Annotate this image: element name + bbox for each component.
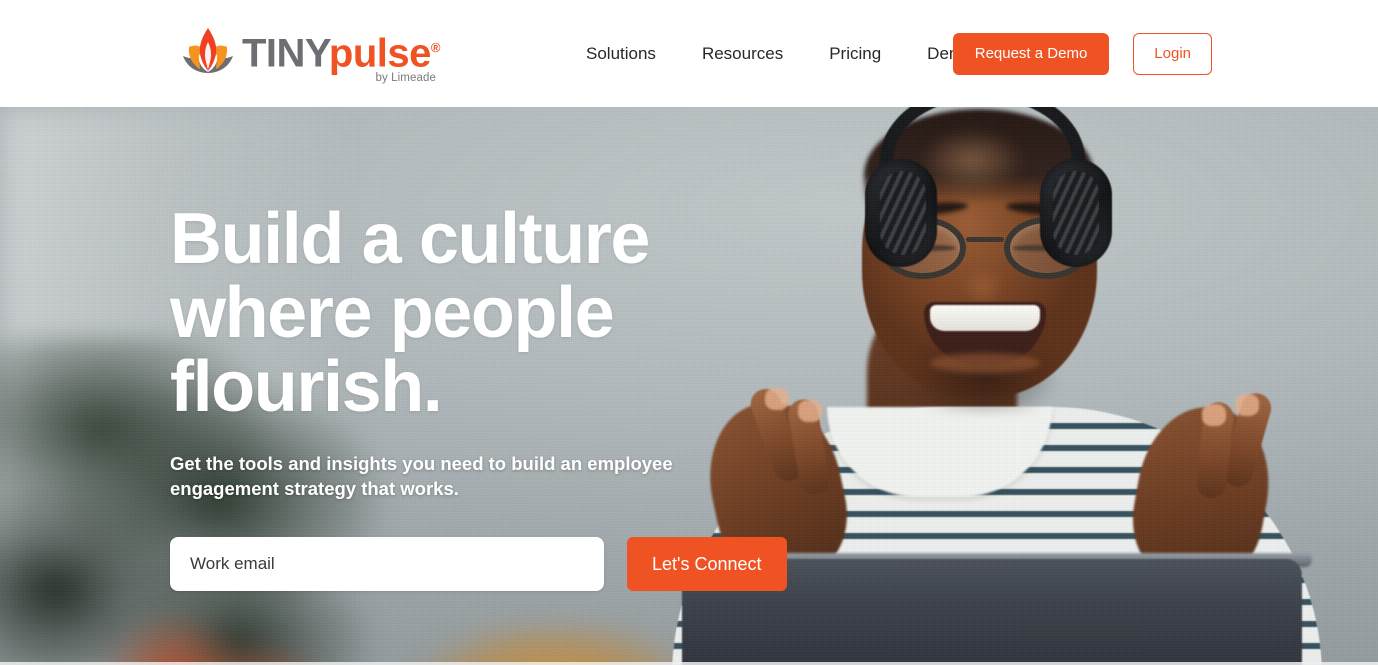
person-teeth xyxy=(930,305,1040,331)
fingernail-4 xyxy=(1202,404,1226,426)
page-root: TINYpulse® by Limeade Solutions Resource… xyxy=(0,0,1378,665)
work-email-input[interactable] xyxy=(170,537,604,591)
glasses-bridge xyxy=(966,237,1004,242)
login-button[interactable]: Login xyxy=(1133,32,1212,75)
headphone-pad-left xyxy=(880,171,926,255)
fingernail-3 xyxy=(1235,394,1259,416)
photo-plant-flowers xyxy=(95,612,325,665)
nav-item-solutions[interactable]: Solutions xyxy=(586,44,656,64)
lower-lip xyxy=(930,353,1040,373)
brand-name: TINYpulse® xyxy=(242,28,440,73)
hero-headline: Build a culture where people flourish. xyxy=(170,199,650,427)
request-demo-button[interactable]: Request a Demo xyxy=(952,32,1110,75)
hero-section: Build a culture where people flourish. G… xyxy=(0,107,1378,665)
headphone-pad-right xyxy=(1053,171,1099,255)
brand-name-tiny: TINY xyxy=(242,31,329,76)
nav-item-resources[interactable]: Resources xyxy=(702,44,783,64)
site-header: TINYpulse® by Limeade Solutions Resource… xyxy=(0,0,1378,107)
hero-signup-form: Let's Connect xyxy=(170,537,810,591)
header-inner: TINYpulse® by Limeade Solutions Resource… xyxy=(0,0,1378,107)
brand-name-pulse: pulse xyxy=(328,31,431,76)
nav-item-pricing[interactable]: Pricing xyxy=(829,44,881,64)
lets-connect-button[interactable]: Let's Connect xyxy=(627,537,787,591)
header-actions: Request a Demo Login xyxy=(952,0,1212,107)
hero-content: Build a culture where people flourish. G… xyxy=(170,202,810,591)
registered-mark: ® xyxy=(430,40,441,55)
lotus-flower-icon xyxy=(180,26,236,76)
brand-wordmark: TINYpulse® by Limeade xyxy=(242,28,440,84)
brand-logo[interactable]: TINYpulse® by Limeade xyxy=(180,24,440,84)
hero-subheadline: Get the tools and insights you need to b… xyxy=(170,453,673,499)
